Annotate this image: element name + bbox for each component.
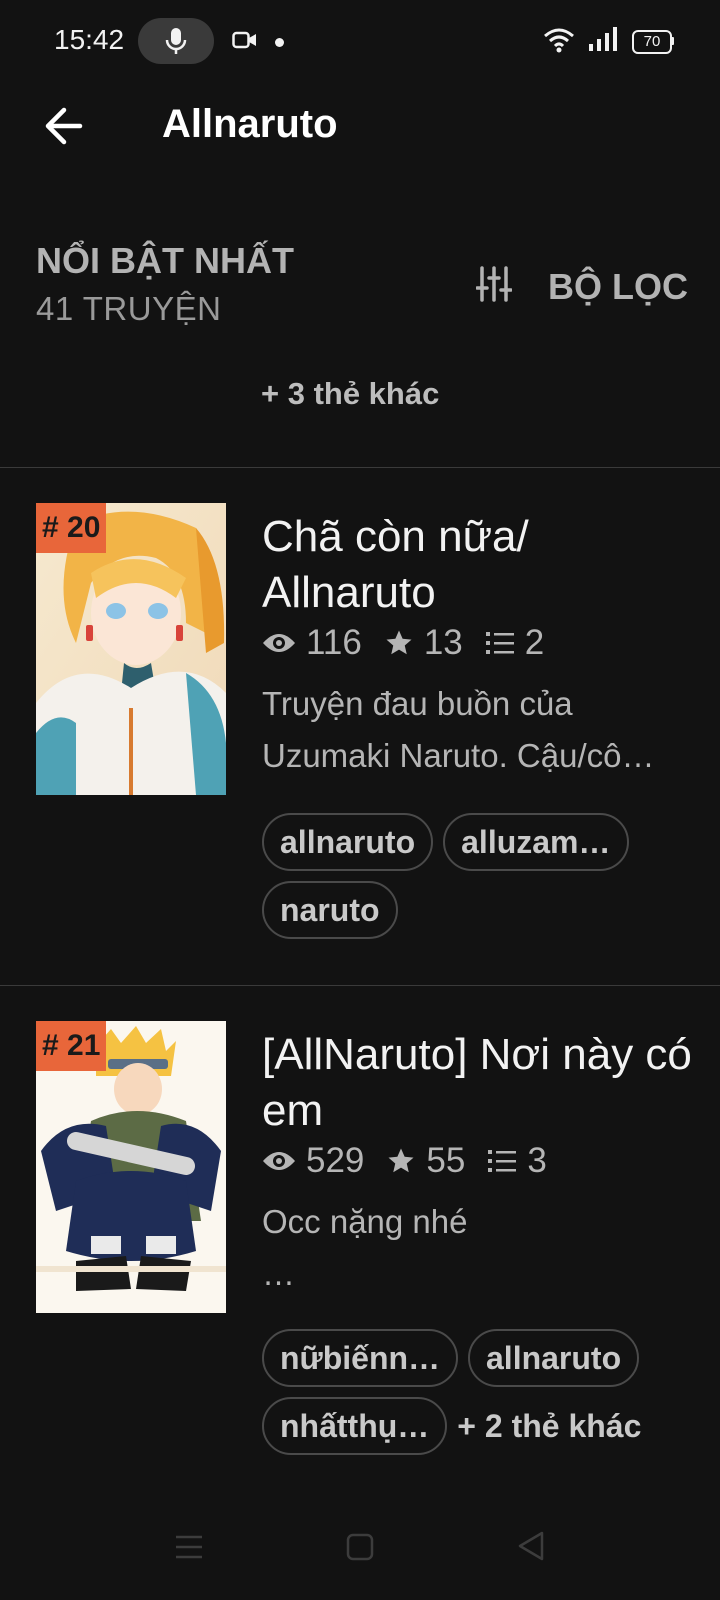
story-description: Occ nặng nhé … <box>262 1203 468 1292</box>
more-tags-link[interactable]: + 2 thẻ khác <box>457 1397 641 1455</box>
eye-icon <box>263 1152 295 1170</box>
more-tags-link[interactable]: + 3 thẻ khác <box>261 376 439 412</box>
wifi-icon <box>544 28 574 53</box>
tag-chip[interactable]: allnaruto <box>468 1329 640 1387</box>
battery-tip <box>671 37 674 45</box>
votes-count: 13 <box>423 623 463 662</box>
page-title: Allnaruto <box>162 102 338 146</box>
filter-button[interactable]: BỘ LỌC <box>548 266 688 308</box>
votes-stat: 13 <box>384 623 463 663</box>
tag-chip[interactable]: alluzam… <box>443 813 629 871</box>
eye-icon <box>263 634 295 652</box>
back-triangle-icon[interactable] <box>516 1530 546 1562</box>
rank-badge: # 20 <box>36 503 107 553</box>
signal-icon <box>589 27 617 51</box>
votes-count: 55 <box>426 1141 466 1180</box>
views-count: 529 <box>306 1141 365 1180</box>
tag-chip[interactable]: nữbiếnn… <box>262 1329 458 1387</box>
tag-chip[interactable]: allnaruto <box>262 813 434 871</box>
story-cover[interactable]: # 21 <box>36 1021 226 1313</box>
microphone-icon <box>165 28 187 54</box>
sliders-icon[interactable] <box>476 266 512 302</box>
menu-icon[interactable] <box>174 1532 204 1562</box>
status-bar: 15:42 70 <box>0 0 720 84</box>
parts-stat: 2 <box>485 623 544 663</box>
rank-badge: # 21 <box>36 1021 107 1071</box>
parts-stat: 3 <box>487 1141 547 1181</box>
story-description: Truyện đau buồn của Uzumaki Naruto. Cậu/… <box>262 685 655 774</box>
story-cover[interactable]: # 20 <box>36 503 226 795</box>
tag-list: allnaruto alluzam… naruto <box>262 813 702 949</box>
notification-dot <box>275 38 284 47</box>
sort-title: NỔI BẬT NHẤT <box>36 240 294 281</box>
battery-level: 70 <box>643 33 661 50</box>
tag-chip[interactable]: naruto <box>262 881 398 939</box>
story-title[interactable]: [AllNaruto] Nơi này có em <box>262 1027 692 1139</box>
list-icon <box>488 1150 517 1172</box>
microphone-indicator[interactable] <box>138 18 214 64</box>
divider <box>0 467 720 468</box>
star-icon <box>388 1148 414 1173</box>
votes-stat: 55 <box>386 1141 465 1181</box>
tag-chip[interactable]: nhấtthụ… <box>262 1397 448 1455</box>
parts-count: 2 <box>524 623 545 662</box>
story-item[interactable]: # 20 Chã còn nữa/ Allnaruto 116 13 2 Tru… <box>0 503 720 963</box>
list-icon <box>485 632 514 654</box>
views-stat: 116 <box>262 623 362 663</box>
story-title[interactable]: Chã còn nữa/ Allnaruto <box>262 509 692 621</box>
arrow-left-icon[interactable] <box>42 104 86 148</box>
views-count: 116 <box>306 623 362 662</box>
star-icon <box>386 630 412 655</box>
views-stat: 529 <box>262 1141 364 1181</box>
status-time: 15:42 <box>54 24 125 55</box>
story-item[interactable]: # 21 [AllNaruto] Nơi này có em 529 55 3 <box>0 1021 720 1461</box>
battery-icon: 70 <box>632 30 672 54</box>
divider <box>0 985 720 986</box>
tag-list: nữbiếnn… allnaruto nhấtthụ… + 2 thẻ khác <box>262 1329 702 1465</box>
parts-count: 3 <box>527 1141 547 1180</box>
video-camera-icon <box>232 31 256 49</box>
story-stats: 116 13 2 <box>262 623 566 663</box>
system-nav-bar <box>0 1520 720 1600</box>
story-count: 41 TRUYỆN <box>36 290 222 327</box>
story-stats: 529 55 3 <box>262 1141 569 1181</box>
home-square-icon[interactable] <box>346 1532 374 1562</box>
